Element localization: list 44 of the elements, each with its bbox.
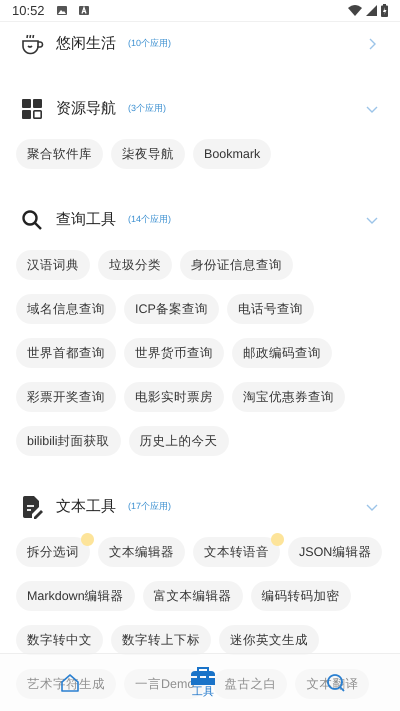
app-chip[interactable]: 富文本编辑器 xyxy=(142,581,243,611)
app-chip[interactable]: 历史上的今天 xyxy=(128,426,229,456)
app-chip[interactable]: 聚合软件库 xyxy=(16,139,103,169)
app-chip[interactable]: Bookmark xyxy=(193,139,272,169)
section-title: 查询工具 xyxy=(56,210,116,230)
app-chip[interactable]: 电影实时票房 xyxy=(124,382,224,412)
app-chip[interactable]: 彩票开奖查询 xyxy=(16,382,116,412)
app-chip[interactable]: 世界首都查询 xyxy=(16,338,116,368)
app-chip[interactable]: 垃圾分类 xyxy=(98,250,172,280)
app-chip[interactable]: 文本转语音 xyxy=(193,537,280,567)
app-count: (17个应用) xyxy=(128,500,172,514)
status-time: 10:52 xyxy=(12,2,45,20)
app-count: (3个应用) xyxy=(128,102,166,116)
app-chip[interactable]: 文本编辑器 xyxy=(98,537,185,567)
app-chip[interactable]: 拆分选词 xyxy=(16,537,90,567)
app-chip[interactable]: 编码转码加密 xyxy=(250,581,351,611)
app-chip[interactable]: 淘宝优惠券查询 xyxy=(232,382,345,412)
app-chip[interactable]: 汉语词典 xyxy=(16,250,90,280)
app-chip[interactable]: bilibili封面获取 xyxy=(16,426,121,456)
section-title: 文本工具 xyxy=(56,496,116,517)
app-chip[interactable]: Markdown编辑器 xyxy=(16,581,135,611)
section-title: 资源导航 xyxy=(56,98,116,119)
signal-icon xyxy=(366,5,377,16)
app-chip[interactable]: 邮政编码查询 xyxy=(232,338,332,368)
wifi-icon xyxy=(348,5,362,16)
app-chip[interactable]: 域名信息查询 xyxy=(16,294,116,324)
app-chip[interactable]: ICP备案查询 xyxy=(124,294,219,324)
app-chip[interactable]: 世界货币查询 xyxy=(124,338,224,368)
app-chip[interactable]: JSON编辑器 xyxy=(288,537,382,567)
section-title: 悠闲生活 xyxy=(56,34,116,54)
app-chip[interactable]: 电话号查询 xyxy=(226,294,314,324)
cup-icon xyxy=(20,32,44,56)
app-chip[interactable]: 柒夜导航 xyxy=(111,139,185,169)
app-count: (10个应用) xyxy=(128,37,172,50)
app-chip[interactable]: 身份证信息查询 xyxy=(180,250,293,280)
app-chip[interactable]: 数字转上下标 xyxy=(111,625,211,655)
search-icon xyxy=(20,208,44,232)
image-icon xyxy=(56,6,67,15)
grid-icon xyxy=(20,97,44,121)
document-edit-icon xyxy=(20,495,44,519)
app-chip[interactable]: 数字转中文 xyxy=(16,625,103,655)
app-count: (14个应用) xyxy=(128,213,172,226)
battery-icon xyxy=(381,4,388,17)
app-chip[interactable]: 迷你英文生成 xyxy=(219,625,319,655)
